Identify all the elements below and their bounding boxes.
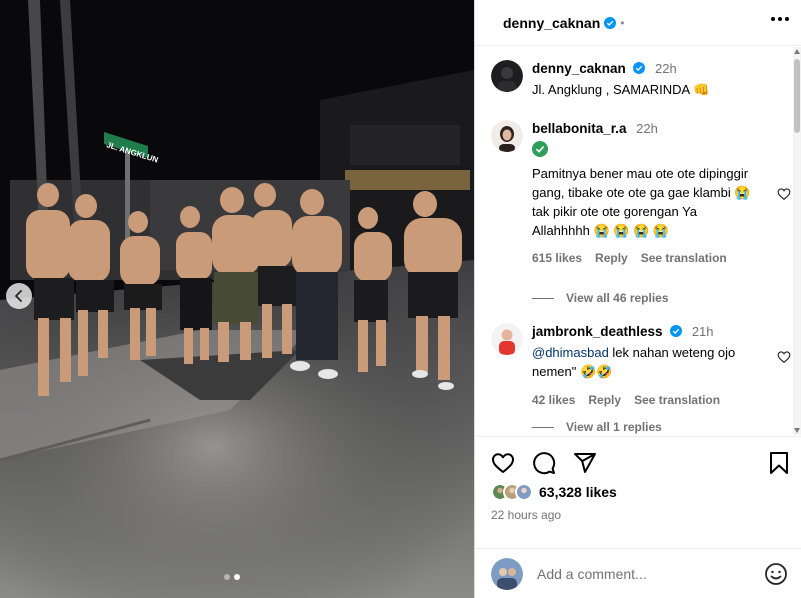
likes-count[interactable]: 63,328 likes (539, 484, 617, 500)
night-street-group-photo: JL. ANGKLUN (0, 0, 474, 598)
commenter-avatar[interactable] (491, 323, 523, 355)
post-photo: JL. ANGKLUN (0, 0, 474, 598)
comment-input[interactable] (537, 565, 757, 582)
comment-time[interactable]: 22h (636, 121, 658, 136)
comment-username[interactable]: bellabonita_r.a (532, 121, 627, 136)
verified-badge-icon (670, 325, 683, 337)
post-details-panel: denny_caknan • denny_caknan 22h Jl. Angk… (474, 0, 801, 598)
comment-time[interactable]: 21h (692, 324, 714, 339)
comment-likes[interactable]: 615 likes (532, 249, 582, 267)
carousel-dot (224, 574, 230, 580)
view-replies-text: View all 1 replies (566, 420, 662, 434)
comment-text: Pamitnya bener mau ote ote dipinggir gan… (532, 166, 751, 238)
more-options-icon (771, 17, 775, 21)
heart-icon[interactable] (491, 451, 515, 475)
verified-badge-icon (633, 62, 646, 74)
scroll-up-arrow-icon[interactable] (794, 49, 800, 54)
reply-button[interactable]: Reply (595, 249, 628, 267)
more-dot (785, 17, 789, 21)
scroll-down-arrow-icon[interactable] (794, 428, 800, 433)
carousel-indicator (224, 574, 240, 580)
comment-item: jambronk_deathless 21h @dhimasbad lek na… (491, 323, 791, 407)
comment-likes[interactable]: 42 likes (532, 391, 575, 409)
author-username[interactable]: denny_caknan (503, 15, 600, 31)
verified-check-icon (532, 141, 548, 157)
likes-summary[interactable]: 63,328 likes (491, 483, 617, 501)
caption-text: Jl. Angklung , SAMARINDA 👊 (532, 82, 710, 97)
author-avatar[interactable] (491, 60, 523, 92)
comment-like-heart-icon[interactable] (777, 187, 791, 201)
view-replies-text: View all 46 replies (566, 291, 669, 305)
chevron-left-icon (15, 290, 22, 302)
comments-scrollbar[interactable] (793, 47, 801, 435)
view-replies-button[interactable]: View all 46 replies (532, 291, 669, 305)
carousel-dot-active (234, 574, 240, 580)
current-user-avatar (491, 557, 523, 590)
comments-list: denny_caknan 22h Jl. Angklung , SAMARIND… (475, 47, 801, 435)
carousel-prev-button[interactable] (6, 283, 32, 309)
commenter-avatar[interactable] (491, 120, 523, 152)
replies-line (532, 297, 554, 299)
liker-avatar (515, 483, 533, 501)
reply-button[interactable]: Reply (588, 391, 621, 409)
post-header: denny_caknan • (475, 0, 801, 46)
comment-item: bellabonita_r.a 22h Pamitnya bener mau o… (491, 120, 791, 280)
more-options-button[interactable] (769, 15, 791, 23)
add-comment-bar (475, 548, 801, 598)
more-dot (778, 17, 782, 21)
see-translation-button[interactable]: See translation (634, 391, 720, 409)
see-translation-button[interactable]: See translation (641, 249, 727, 267)
post-timestamp[interactable]: 22 hours ago (491, 508, 561, 522)
caption-username[interactable]: denny_caknan (532, 61, 626, 76)
comment-bubble-icon[interactable] (532, 451, 556, 475)
scrollbar-thumb[interactable] (794, 59, 800, 133)
comment-like-heart-icon[interactable] (777, 350, 791, 364)
caption-time[interactable]: 22h (655, 61, 677, 76)
replies-line (532, 426, 554, 428)
verified-badge-icon (604, 16, 617, 29)
post-actions: 63,328 likes 22 hours ago (475, 436, 801, 548)
header-separator: • (620, 15, 625, 30)
paper-plane-icon[interactable] (573, 451, 597, 475)
comment-username[interactable]: jambronk_deathless (532, 324, 663, 339)
bookmark-icon[interactable] (768, 451, 790, 475)
view-replies-button[interactable]: View all 1 replies (532, 420, 662, 434)
mention-link[interactable]: @dhimasbad (532, 345, 609, 360)
caption-item: denny_caknan 22h Jl. Angklung , SAMARIND… (491, 60, 787, 100)
smiley-icon[interactable] (764, 562, 788, 586)
